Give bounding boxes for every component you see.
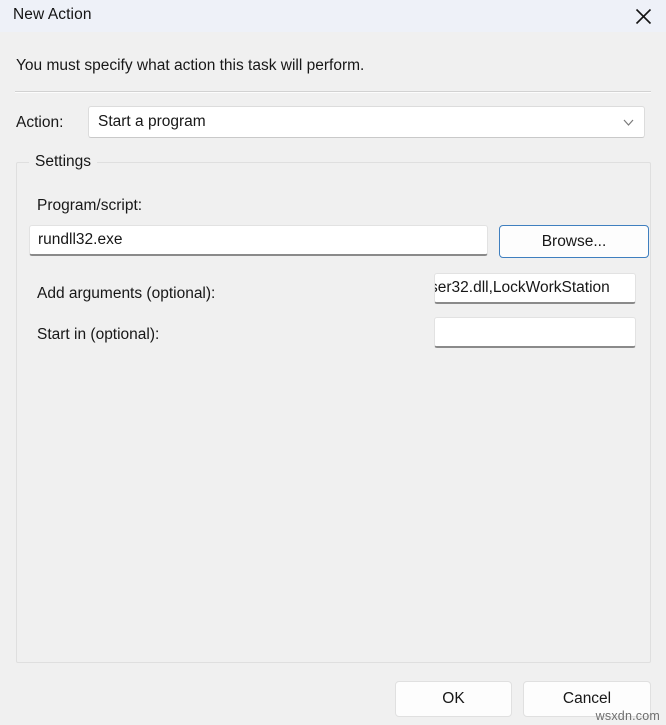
watermark: wsxdn.com <box>595 709 660 723</box>
browse-button[interactable]: Browse... <box>499 225 649 258</box>
start-in-input[interactable] <box>434 317 636 348</box>
close-icon <box>635 8 652 25</box>
program-script-value: rundll32.exe <box>38 231 123 248</box>
add-arguments-value: ser32.dll,LockWorkStation <box>434 279 610 296</box>
settings-group-title: Settings <box>29 153 98 171</box>
window-title: New Action <box>13 6 92 23</box>
dialog-description: You must specify what action this task w… <box>16 57 365 74</box>
add-arguments-label: Add arguments (optional): <box>37 285 216 302</box>
action-combobox-value: Start a program <box>98 113 206 130</box>
chevron-down-icon <box>623 118 634 127</box>
program-script-label: Program/script: <box>37 197 143 214</box>
start-in-label: Start in (optional): <box>37 326 160 343</box>
dialog-body: You must specify what action this task w… <box>0 32 666 725</box>
add-arguments-input[interactable]: ser32.dll,LockWorkStation <box>434 273 636 304</box>
close-button[interactable] <box>620 0 666 32</box>
title-bar: New Action <box>0 0 666 33</box>
ok-button[interactable]: OK <box>395 681 512 717</box>
action-combobox[interactable]: Start a program <box>88 106 645 138</box>
action-label: Action: <box>16 114 64 131</box>
header-divider <box>15 91 651 93</box>
program-script-input[interactable]: rundll32.exe <box>29 225 488 256</box>
